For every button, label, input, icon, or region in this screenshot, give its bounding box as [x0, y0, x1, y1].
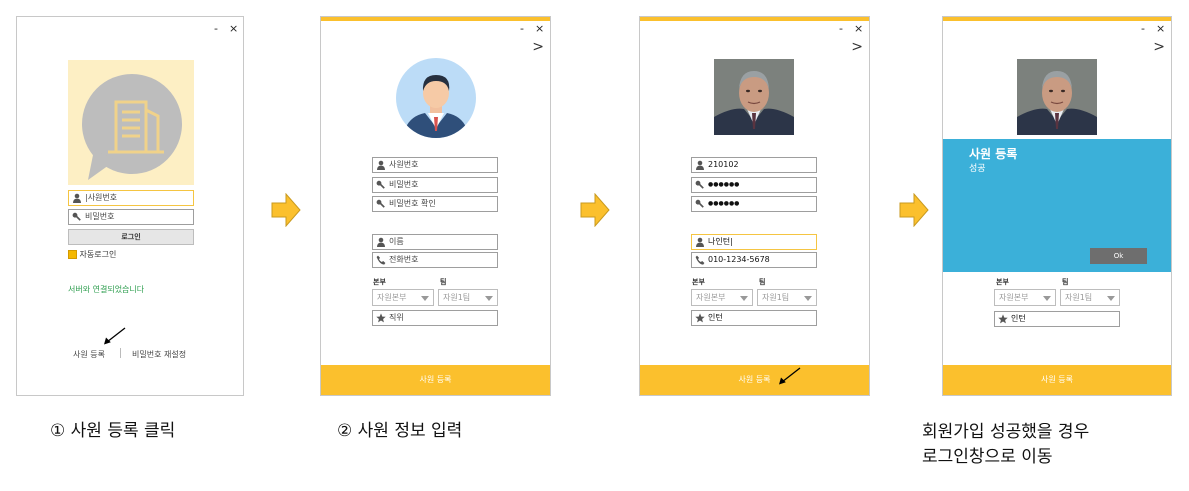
position-input[interactable]: 직위 [372, 310, 498, 326]
position-input[interactable]: 인턴 [691, 310, 817, 326]
window-accent-bar [321, 17, 550, 21]
employee-photo [714, 59, 794, 135]
window-accent-bar [943, 17, 1171, 21]
link-divider [120, 348, 121, 358]
team-select[interactable]: 자원1팀 [1060, 289, 1120, 306]
star-icon [998, 314, 1008, 324]
key-icon [376, 199, 386, 209]
team-label: 팀 [440, 278, 447, 286]
close-button[interactable]: × [1156, 23, 1165, 35]
password-confirm-input[interactable]: 비밀번호 확인 [372, 196, 498, 212]
chevron-down-icon [421, 296, 429, 301]
step-arrow-2 [580, 193, 610, 227]
minimize-button[interactable]: - [839, 23, 843, 35]
dept-select[interactable]: 자원본부 [994, 289, 1056, 306]
user-icon [695, 237, 705, 247]
minimize-button[interactable]: - [520, 23, 524, 35]
success-note: 회원가입 성공했을 경우 로그인창으로 이동 [922, 420, 1089, 470]
dept-select[interactable]: 자원본부 [372, 289, 434, 306]
register-window-filled: - × > 210102 ●●●●●● ●●●●●● 나인턴| 010-1234… [639, 16, 870, 396]
avatar-placeholder-icon [396, 58, 476, 138]
minimize-button[interactable]: - [1141, 23, 1145, 35]
chevron-down-icon [740, 296, 748, 301]
pointer-arrow [103, 327, 127, 345]
step1-caption: ① 사원 등록 클릭 [50, 421, 176, 441]
reset-password-link[interactable]: 비밀번호 재설정 [132, 349, 186, 360]
building-chat-icon [82, 74, 182, 180]
window-accent-bar [640, 17, 869, 21]
password-input[interactable]: ●●●●●● [691, 177, 817, 193]
employee-id-input[interactable]: |사원번호 [68, 190, 194, 206]
team-select[interactable]: 자원1팀 [757, 289, 817, 306]
step2-caption: ② 사원 정보 입력 [337, 421, 463, 441]
user-icon [376, 237, 386, 247]
register-success-window: - × > 사원 등록 성공 Ok 본부 팀 자원본부 자원1팀 인턴 사원 등… [942, 16, 1172, 396]
chevron-down-icon [1043, 296, 1051, 301]
success-title: 사원 등록 [969, 147, 1018, 161]
name-input[interactable]: 이름 [372, 234, 498, 250]
chevron-down-icon [804, 296, 812, 301]
step-arrow-1 [271, 193, 301, 227]
next-chevron-icon[interactable]: > [1153, 39, 1165, 55]
checkbox-box [68, 250, 77, 259]
employee-id-input[interactable]: 210102 [691, 157, 817, 173]
dept-select[interactable]: 자원본부 [691, 289, 753, 306]
close-button[interactable]: × [535, 23, 544, 35]
success-dialog: 사원 등록 성공 Ok [943, 139, 1171, 272]
dept-label: 본부 [373, 278, 386, 286]
register-button[interactable]: 사원 등록 [640, 365, 869, 395]
chevron-down-icon [1107, 296, 1115, 301]
success-note-line2: 로그인창으로 이동 [922, 447, 1053, 467]
phone-icon [695, 255, 705, 265]
chevron-down-icon [485, 296, 493, 301]
next-chevron-icon[interactable]: > [851, 39, 863, 55]
dept-label: 본부 [996, 278, 1009, 286]
user-icon [72, 193, 82, 203]
register-link[interactable]: 사원 등록 [73, 349, 105, 360]
close-button[interactable]: × [854, 23, 863, 35]
register-window-empty: - × > 사원번호 비밀번호 비밀번호 확인 이름 전화번호 본부 팀 자원본… [320, 16, 551, 396]
user-icon [376, 160, 386, 170]
team-select[interactable]: 자원1팀 [438, 289, 498, 306]
phone-icon [376, 255, 386, 265]
pointer-arrow [778, 367, 802, 385]
window-accent-bar [17, 17, 243, 21]
password-input[interactable]: 비밀번호 [372, 177, 498, 193]
password-confirm-input[interactable]: ●●●●●● [691, 196, 817, 212]
next-chevron-icon[interactable]: > [532, 39, 544, 55]
step-arrow-3 [899, 193, 929, 227]
login-window: - × |사원번호 비밀번호 로그인 자동로그인 서버와 연결되었습니다 사원 … [16, 16, 244, 396]
dept-label: 본부 [692, 278, 705, 286]
key-icon [72, 212, 82, 222]
minimize-button[interactable]: - [214, 23, 218, 35]
success-note-line1: 회원가입 성공했을 경우 [922, 422, 1090, 442]
password-input[interactable]: 비밀번호 [68, 209, 194, 225]
employee-photo [1017, 59, 1097, 135]
team-label: 팀 [759, 278, 766, 286]
key-icon [695, 180, 705, 190]
success-subtitle: 성공 [969, 164, 986, 174]
phone-input[interactable]: 010-1234-5678 [691, 252, 817, 268]
company-logo [68, 60, 194, 185]
server-status-text: 서버와 연결되었습니다 [68, 285, 145, 294]
star-icon [695, 313, 705, 323]
employee-id-input[interactable]: 사원번호 [372, 157, 498, 173]
key-icon [695, 199, 705, 209]
close-button[interactable]: × [229, 23, 238, 35]
auto-login-checkbox[interactable]: 자동로그인 [68, 249, 116, 260]
star-icon [376, 313, 386, 323]
phone-input[interactable]: 전화번호 [372, 252, 498, 268]
user-icon [695, 160, 705, 170]
register-button[interactable]: 사원 등록 [321, 365, 550, 395]
login-button[interactable]: 로그인 [68, 229, 194, 245]
register-button[interactable]: 사원 등록 [943, 365, 1171, 395]
ok-button[interactable]: Ok [1090, 248, 1147, 264]
position-input[interactable]: 인턴 [994, 311, 1120, 327]
name-input[interactable]: 나인턴| [691, 234, 817, 250]
team-label: 팀 [1062, 278, 1069, 286]
key-icon [376, 180, 386, 190]
